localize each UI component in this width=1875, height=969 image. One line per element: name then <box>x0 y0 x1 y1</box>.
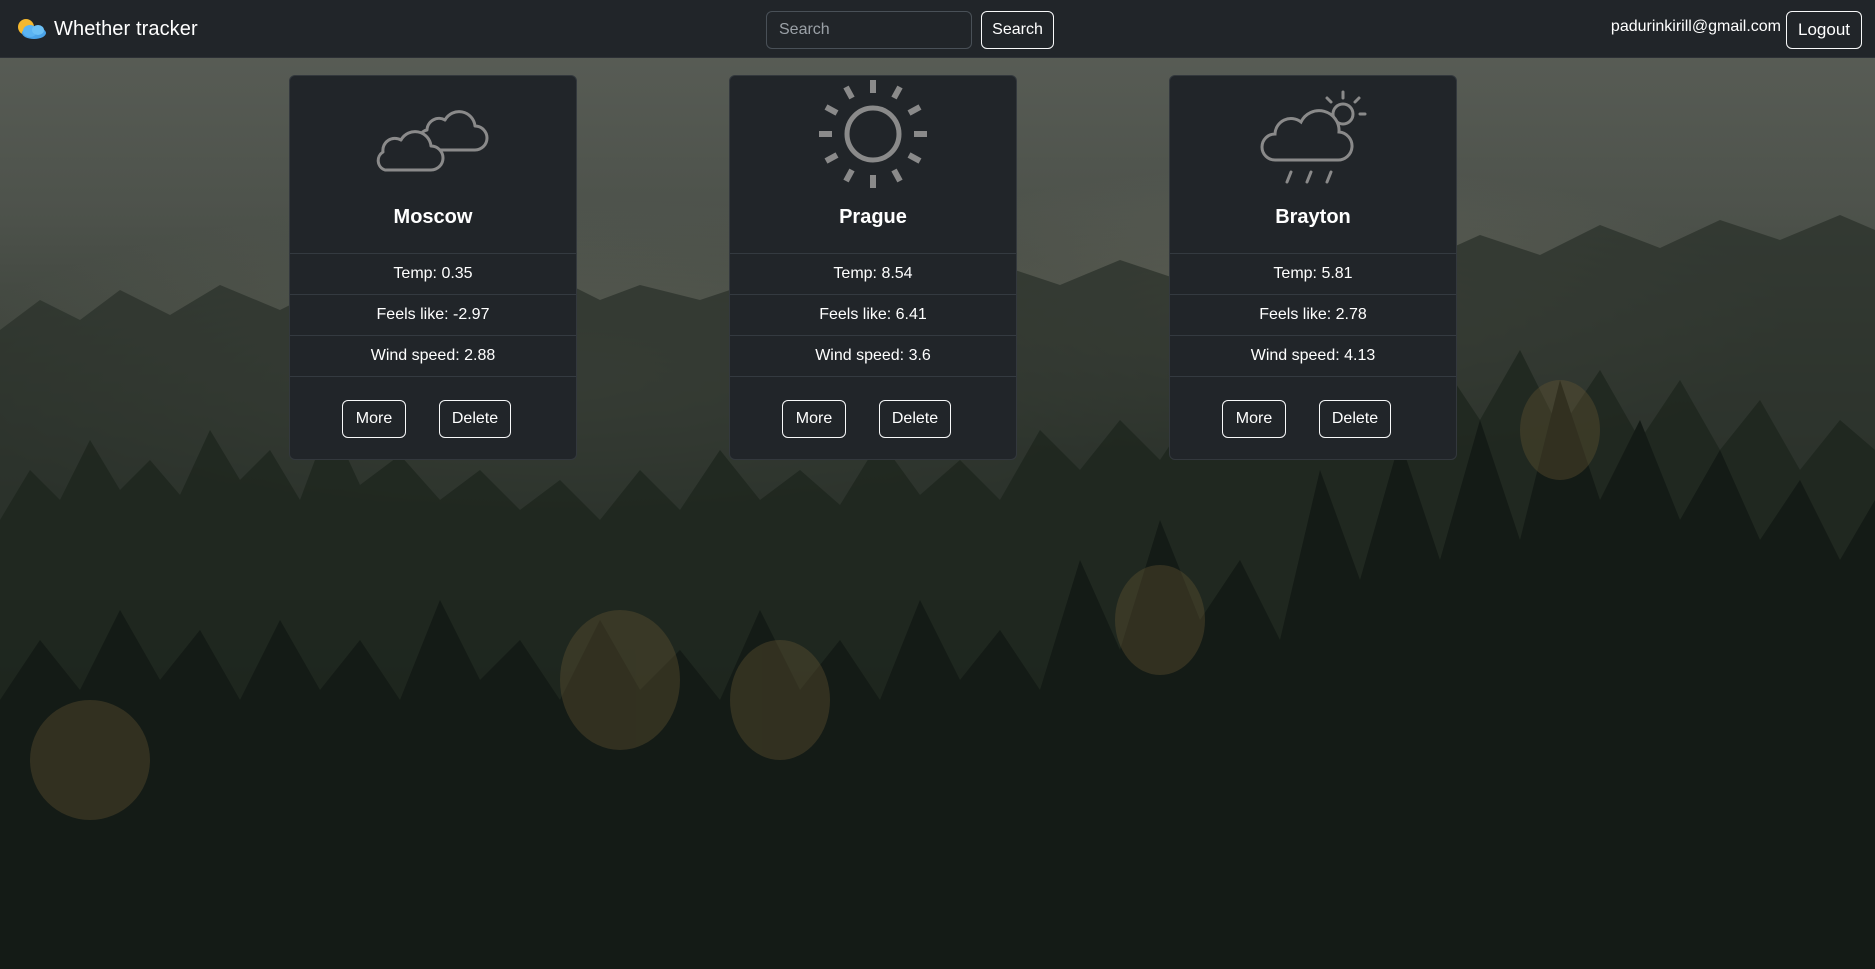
feels-like-value: Feels like: 2.78 <box>1170 295 1456 336</box>
weather-card-prague: Prague Temp: 8.54 Feels like: 6.41 Wind … <box>729 75 1017 460</box>
sun-cloud-icon <box>18 19 46 39</box>
feels-like-value: Feels like: 6.41 <box>730 295 1016 336</box>
brand-title: Whether tracker <box>54 17 198 40</box>
search-input[interactable] <box>766 11 972 49</box>
weather-stats-list: Temp: 0.35 Feels like: -2.97 Wind speed:… <box>290 253 576 377</box>
card-actions: More Delete <box>290 400 576 440</box>
wind-speed-value: Wind speed: 2.88 <box>290 336 576 377</box>
temp-value: Temp: 8.54 <box>730 254 1016 295</box>
weather-card-moscow: Moscow Temp: 0.35 Feels like: -2.97 Wind… <box>289 75 577 460</box>
rain-sun-cloud-icon <box>1260 90 1367 184</box>
user-email: padurinkirill@gmail.com <box>1610 18 1781 35</box>
city-name: Prague <box>839 206 907 228</box>
weather-stats-list: Temp: 8.54 Feels like: 6.41 Wind speed: … <box>730 253 1016 377</box>
logout-button[interactable]: Logout <box>1786 11 1862 49</box>
delete-button[interactable]: Delete <box>879 400 951 438</box>
temp-value: Temp: 0.35 <box>290 254 576 295</box>
more-button[interactable]: More <box>342 400 406 438</box>
card-actions: More Delete <box>1170 400 1456 440</box>
sunny-icon <box>819 80 927 188</box>
wind-speed-value: Wind speed: 3.6 <box>730 336 1016 377</box>
search-button[interactable]: Search <box>981 11 1054 49</box>
temp-value: Temp: 5.81 <box>1170 254 1456 295</box>
brand-link[interactable]: Whether tracker <box>14 12 198 46</box>
city-name: Moscow <box>393 206 473 228</box>
delete-button[interactable]: Delete <box>1319 400 1391 438</box>
weather-stats-list: Temp: 5.81 Feels like: 2.78 Wind speed: … <box>1170 253 1456 377</box>
card-actions: More Delete <box>730 400 1016 440</box>
city-name: Brayton <box>1275 206 1351 228</box>
more-button[interactable]: More <box>782 400 846 438</box>
feels-like-value: Feels like: -2.97 <box>290 295 576 336</box>
more-button[interactable]: More <box>1222 400 1286 438</box>
wind-speed-value: Wind speed: 4.13 <box>1170 336 1456 377</box>
weather-card-brayton: Brayton Temp: 5.81 Feels like: 2.78 Wind… <box>1169 75 1457 460</box>
cloudy-icon <box>376 110 489 172</box>
top-navbar: Whether tracker Search padurinkirill@gma… <box>0 0 1875 58</box>
delete-button[interactable]: Delete <box>439 400 511 438</box>
